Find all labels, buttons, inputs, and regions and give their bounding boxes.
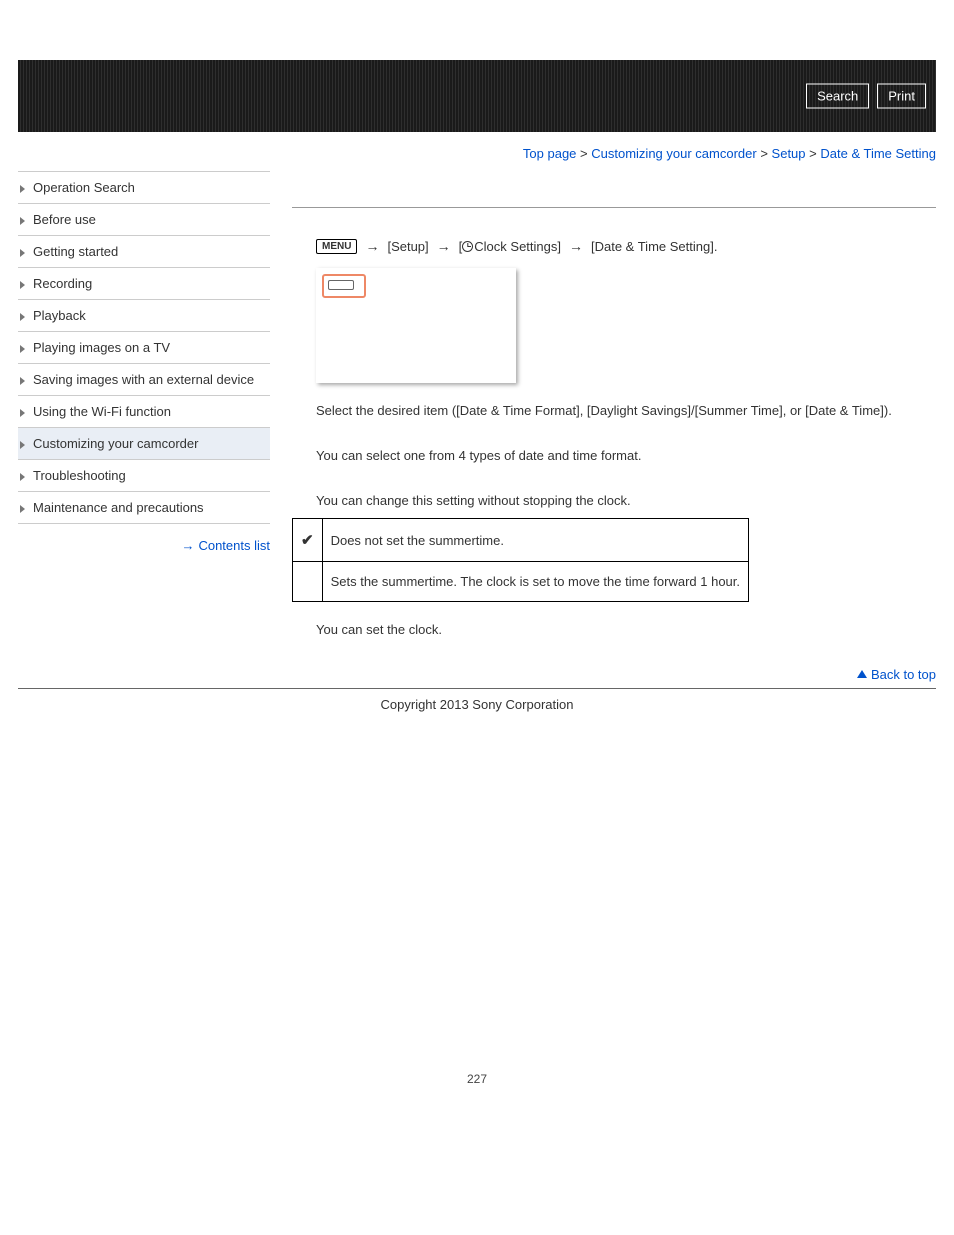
sidebar-item-getting-started[interactable]: Getting started xyxy=(18,236,270,268)
sidebar-item-label: Saving images with an external device xyxy=(33,372,254,387)
sidebar: Operation Search Before use Getting star… xyxy=(18,171,270,553)
arrow-right-icon: → xyxy=(437,238,451,254)
sidebar-item-label: Recording xyxy=(33,276,92,291)
summertime-table: ✔ Does not set the summertime. Sets the … xyxy=(292,518,749,602)
menu-icon: MENU xyxy=(316,239,357,254)
sidebar-item-label: Playing images on a TV xyxy=(33,340,170,355)
contents-list-label: Contents list xyxy=(198,538,270,553)
sidebar-item-label: Maintenance and precautions xyxy=(33,500,204,515)
copyright-text: Copyright 2013 Sony Corporation xyxy=(18,697,936,712)
sidebar-item-recording[interactable]: Recording xyxy=(18,268,270,300)
format-description: You can select one from 4 types of date … xyxy=(316,448,936,463)
chevron-right-icon xyxy=(20,409,25,417)
clock-description: You can set the clock. xyxy=(316,622,936,637)
footer-divider xyxy=(18,688,936,689)
sidebar-item-label: Getting started xyxy=(33,244,118,259)
sidebar-item-maintenance[interactable]: Maintenance and precautions xyxy=(18,492,270,524)
navigation-path: MENU → [Setup] → [Clock Settings] → [Dat… xyxy=(292,238,936,254)
chevron-right-icon xyxy=(20,313,25,321)
sidebar-item-troubleshooting[interactable]: Troubleshooting xyxy=(18,460,270,492)
breadcrumb-setup[interactable]: Setup xyxy=(772,146,806,161)
contents-list-link[interactable]: → Contents list xyxy=(181,538,270,553)
chevron-right-icon xyxy=(20,505,25,513)
table-row: ✔ Does not set the summertime. xyxy=(293,519,749,562)
chevron-right-icon xyxy=(20,217,25,225)
print-button[interactable]: Print xyxy=(877,84,926,109)
page-number: 227 xyxy=(18,1072,936,1086)
sidebar-item-label: Operation Search xyxy=(33,180,135,195)
sidebar-item-label: Troubleshooting xyxy=(33,468,126,483)
sidebar-item-operation-search[interactable]: Operation Search xyxy=(18,171,270,204)
sidebar-item-playback[interactable]: Playback xyxy=(18,300,270,332)
path-clock-settings: [Clock Settings] xyxy=(459,239,561,254)
path-setup: [Setup] xyxy=(387,239,428,254)
path-date-time: [Date & Time Setting]. xyxy=(591,239,717,254)
triangle-up-icon xyxy=(857,670,867,678)
chevron-right-icon xyxy=(20,345,25,353)
arrow-right-icon: → xyxy=(569,238,583,254)
breadcrumb-customizing[interactable]: Customizing your camcorder xyxy=(591,146,756,161)
arrow-right-icon: → xyxy=(365,238,379,254)
check-icon: ✔ xyxy=(293,519,323,562)
arrow-right-icon: → xyxy=(181,538,194,553)
sidebar-item-label: Before use xyxy=(33,212,96,227)
breadcrumb: Top page > Customizing your camcorder > … xyxy=(18,146,936,161)
sidebar-item-customizing[interactable]: Customizing your camcorder xyxy=(18,428,270,460)
screen-illustration xyxy=(316,268,516,383)
chevron-right-icon xyxy=(20,281,25,289)
sidebar-item-label: Customizing your camcorder xyxy=(33,436,198,451)
chevron-right-icon xyxy=(20,441,25,449)
table-cell: Sets the summertime. The clock is set to… xyxy=(322,562,748,602)
table-cell: Does not set the summertime. xyxy=(322,519,748,562)
back-to-top-label: Back to top xyxy=(871,667,936,682)
summer-time-intro: You can change this setting without stop… xyxy=(316,493,936,508)
sidebar-item-playing-tv[interactable]: Playing images on a TV xyxy=(18,332,270,364)
clock-icon xyxy=(462,241,473,252)
sidebar-item-saving-external[interactable]: Saving images with an external device xyxy=(18,364,270,396)
instruction-text: Select the desired item ([Date & Time Fo… xyxy=(316,403,936,418)
sidebar-item-label: Using the Wi-Fi function xyxy=(33,404,171,419)
chevron-right-icon xyxy=(20,185,25,193)
chevron-right-icon xyxy=(20,249,25,257)
table-row: Sets the summertime. The clock is set to… xyxy=(293,562,749,602)
breadcrumb-current[interactable]: Date & Time Setting xyxy=(820,146,936,161)
sidebar-item-wifi[interactable]: Using the Wi-Fi function xyxy=(18,396,270,428)
chevron-right-icon xyxy=(20,377,25,385)
sidebar-item-label: Playback xyxy=(33,308,86,323)
breadcrumb-top[interactable]: Top page xyxy=(523,146,577,161)
sidebar-item-before-use[interactable]: Before use xyxy=(18,204,270,236)
table-cell-empty xyxy=(293,562,323,602)
page-header: Search Print xyxy=(18,60,936,132)
divider xyxy=(292,207,936,208)
search-button[interactable]: Search xyxy=(806,84,869,109)
chevron-right-icon xyxy=(20,473,25,481)
main-content: MENU → [Setup] → [Clock Settings] → [Dat… xyxy=(292,171,936,688)
back-to-top-link[interactable]: Back to top xyxy=(857,667,936,682)
